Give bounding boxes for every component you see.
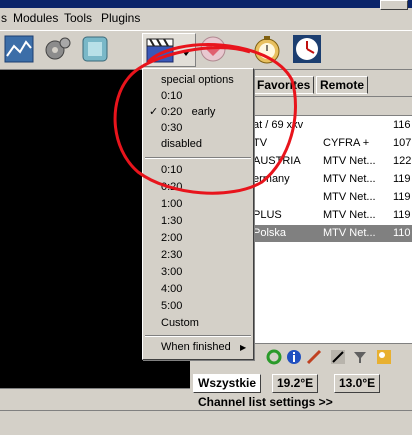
menu-item-time[interactable]: 0:20 <box>143 179 253 196</box>
channel-list-settings-link[interactable]: Channel list settings >> <box>192 394 412 410</box>
menu-item-label: 2:00 <box>161 232 183 244</box>
menu-item-label: 2:30 <box>161 249 183 261</box>
cell-provider: MTV Net... <box>323 209 376 221</box>
cell-provider: MTV Net... <box>323 191 376 203</box>
cell-provider: MTV Net... <box>323 173 376 185</box>
menu-item-special[interactable]: 0:10 <box>143 88 253 105</box>
cell-num: 122 <box>393 155 412 167</box>
cell-num: 107 <box>393 137 412 149</box>
satellite-tabs: Wszystkie 19.2°E 13.0°E <box>190 372 412 394</box>
cell-provider: MTV Net... <box>323 227 376 239</box>
cell-num: 116 <box>393 119 411 131</box>
cell-name: TV <box>253 137 268 149</box>
menu-item-time[interactable]: 0:10 <box>143 162 253 179</box>
heart-icon[interactable] <box>198 34 228 64</box>
clapperboard-dropdown-button[interactable] <box>142 33 196 67</box>
cell-name: Polska <box>253 227 287 239</box>
timer-dropdown-menu: special options 0:10 ✓ 0:20 early 0:30 disab… <box>142 68 254 360</box>
menu-item-label: 0:10 <box>161 90 183 102</box>
cell-name: ermany <box>253 173 290 185</box>
menu-item-label: 0:30 <box>161 122 183 134</box>
tab-19-2e[interactable]: 19.2°E <box>272 374 319 393</box>
toolbar <box>0 30 412 70</box>
cell-name: at / 69 xxv <box>253 119 304 131</box>
menu-separator <box>145 157 251 159</box>
menu-item-time[interactable]: 3:00 <box>143 264 253 281</box>
refresh-icon[interactable] <box>266 349 282 365</box>
menu-plugins[interactable]: Plugins <box>101 11 140 25</box>
menu-item-label: 4:00 <box>161 283 183 295</box>
menu-item-label: 1:00 <box>161 198 183 210</box>
menu-header: special options <box>161 74 234 86</box>
menu-item-special[interactable]: disabled <box>143 136 253 153</box>
menu-fragment: s <box>1 11 7 25</box>
menu-item-special[interactable]: ✓ 0:20 early <box>143 104 253 121</box>
menu-bar: s Modules Tools Plugins <box>0 8 412 28</box>
menu-item-when-finished[interactable]: When finished ▶ <box>143 339 253 356</box>
menu-item-time[interactable]: 5:00 <box>143 298 253 315</box>
menu-item-label: 0:20 <box>161 181 183 193</box>
menu-item-label: 5:00 <box>161 300 183 312</box>
menu-item-time[interactable]: 2:00 <box>143 230 253 247</box>
menu-item-time[interactable]: 4:00 <box>143 281 253 298</box>
info-icon[interactable] <box>286 349 302 365</box>
menu-item-label: 0:20 early <box>161 106 216 118</box>
bottom-panel <box>0 410 412 435</box>
tools-icon[interactable] <box>306 349 322 365</box>
menu-item-label: Custom <box>161 317 199 329</box>
filter-icon[interactable] <box>352 349 368 365</box>
tab-remote[interactable]: Remote <box>316 76 369 94</box>
menu-item-time[interactable]: 1:30 <box>143 213 253 230</box>
title-bar <box>0 0 412 10</box>
cell-num: 119 <box>393 173 411 185</box>
settings-toolbar-icon[interactable] <box>4 34 34 64</box>
key-icon[interactable] <box>376 349 392 365</box>
cell-num: 119 <box>393 191 411 203</box>
stopwatch-icon[interactable] <box>252 34 282 64</box>
gears-icon[interactable] <box>42 34 72 64</box>
menu-modules[interactable]: Modules <box>13 11 58 25</box>
menu-item-time[interactable]: 1:00 <box>143 196 253 213</box>
cell-name: AUSTRIA <box>253 155 301 167</box>
cell-provider: MTV Net... <box>323 155 376 167</box>
edit-icon[interactable] <box>330 349 346 365</box>
video-scrollbar[interactable] <box>0 388 190 403</box>
clock-icon[interactable] <box>292 34 322 64</box>
menu-item-time[interactable]: 2:30 <box>143 247 253 264</box>
cell-num: 119 <box>393 209 411 221</box>
check-icon: ✓ <box>149 106 159 118</box>
menu-tools[interactable]: Tools <box>64 11 92 25</box>
menu-item-special[interactable]: 0:30 <box>143 120 253 137</box>
menu-item-label: 0:10 <box>161 164 183 176</box>
menu-item-time[interactable]: Custom <box>143 315 253 332</box>
menu-separator <box>145 335 251 337</box>
cell-provider: CYFRA + <box>323 137 370 149</box>
cell-name: PLUS <box>253 209 282 221</box>
tab-13-0e[interactable]: 13.0°E <box>334 374 381 393</box>
tab-wszystkie[interactable]: Wszystkie <box>193 374 262 393</box>
menu-item-label: 1:30 <box>161 215 183 227</box>
menu-item-label: 3:00 <box>161 266 183 278</box>
tab-favorites[interactable]: Favorites <box>253 76 315 94</box>
submenu-arrow-icon: ▶ <box>240 343 247 352</box>
cell-num: 110 <box>393 227 411 239</box>
cube-icon[interactable] <box>80 34 110 64</box>
menu-item-label: disabled <box>161 138 202 150</box>
channel-list-settings-label[interactable]: Channel list settings >> <box>198 394 333 410</box>
